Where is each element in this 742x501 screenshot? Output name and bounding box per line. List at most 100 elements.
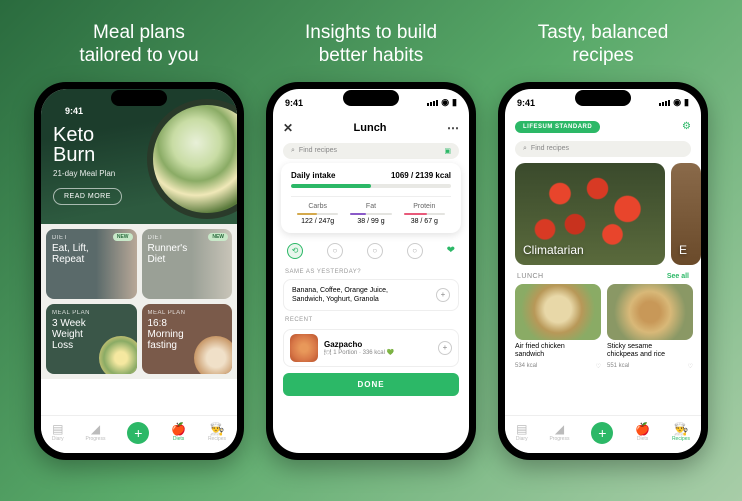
battery-icon: ▮ — [684, 97, 689, 108]
intake-label: Daily intake — [291, 171, 335, 180]
wifi-icon: ◉ — [673, 97, 681, 108]
headline-1: Meal planstailored to you — [79, 20, 198, 70]
macro-fat: Fat 38 / 99 g — [344, 203, 397, 225]
close-icon[interactable]: ✕ — [283, 121, 293, 135]
search-input[interactable]: ⌕ Find recipes — [515, 141, 691, 157]
search-icon: ⌕ — [291, 147, 295, 155]
nav-progress[interactable]: ◢Progress — [549, 423, 569, 442]
status-time: 9:41 — [285, 98, 303, 108]
screen-2: 9:41 ◉ ▮ ✕ Lunch ⋯ ⌕ Find recipes ▣ Dail… — [273, 89, 469, 453]
macro-value: 38 / 67 g — [398, 218, 451, 225]
macro-value: 38 / 99 g — [344, 218, 397, 225]
yesterday-summary[interactable]: Banana, Coffee, Orange Juice,Sandwich, Y… — [283, 279, 459, 311]
nav-diary[interactable]: ▤Diary — [516, 423, 528, 442]
diary-icon: ▤ — [516, 423, 527, 435]
macro-bar — [350, 213, 391, 215]
recipe-card-2[interactable]: Sticky sesamechickpeas and rice 551 kcal… — [607, 284, 693, 370]
recipe-kcal: 551 kcal — [607, 363, 629, 370]
battery-icon: ▮ — [452, 97, 457, 108]
card-label: MEAL PLAN — [148, 310, 227, 316]
featured-partial[interactable]: E — [671, 163, 701, 265]
plan-card-3week[interactable]: MEAL PLAN 3 WeekWeightLoss — [46, 304, 137, 374]
featured-title: Climatarian — [523, 243, 584, 257]
recipe-card-1[interactable]: Air fried chickensandwich 534 kcal ♡ — [515, 284, 601, 370]
nav-diary[interactable]: ▤Diary — [52, 423, 64, 442]
recent-name: Gazpacho — [324, 340, 432, 349]
progress-icon: ◢ — [91, 423, 100, 435]
heart-icon[interactable]: ♡ — [596, 363, 601, 370]
plan-card-runners[interactable]: NEW DIET Runner'sDiet — [142, 229, 233, 299]
card-label: MEAL PLAN — [52, 310, 131, 316]
done-button[interactable]: DONE — [283, 373, 459, 396]
daily-intake-card: Daily intake 1069 / 2139 kcal Carbs 122 … — [281, 163, 461, 233]
macro-carbs: Carbs 122 / 247g — [291, 203, 344, 225]
recent-item-gazpacho[interactable]: Gazpacho 🍽 1 Portion · 336 kcal 💚 + — [283, 329, 459, 367]
intake-progress — [291, 184, 451, 188]
card-title: 16:8Morningfasting — [148, 318, 227, 351]
nav-progress[interactable]: ◢Progress — [85, 423, 105, 442]
nav-label: Recipes — [208, 436, 226, 442]
status-icons: ◉ ▮ — [658, 97, 689, 108]
card-title: Runner'sDiet — [148, 243, 227, 265]
recent-food-image — [290, 334, 318, 362]
screen-1: 9:41 ◉ ▮ KetoBurn 21-day Meal Plan READ … — [41, 89, 237, 453]
read-more-button[interactable]: READ MORE — [53, 188, 122, 205]
macro-bar — [404, 213, 445, 215]
plan-card-eat-lift[interactable]: NEW DIET Eat, Lift,Repeat — [46, 229, 137, 299]
recent-label: RECENT — [273, 313, 469, 325]
meal-tab[interactable]: ○ — [407, 243, 423, 259]
signal-icon — [658, 98, 670, 108]
header-bar: ✕ Lunch ⋯ — [273, 117, 469, 139]
recent-meta: 🍽 1 Portion · 336 kcal 💚 — [324, 349, 432, 356]
headline-2: Insights to buildbetter habits — [305, 20, 437, 70]
standard-chip[interactable]: LIFESUM STANDARD — [515, 121, 600, 133]
card-title: Eat, Lift,Repeat — [52, 243, 131, 265]
heart-icon[interactable]: ♡ — [688, 363, 693, 370]
recipe-image — [607, 284, 693, 340]
search-input[interactable]: ⌕ Find recipes ▣ — [283, 143, 459, 159]
featured-climatarian[interactable]: Climatarian — [515, 163, 665, 265]
nav-diets[interactable]: 🍎Diets — [171, 423, 186, 442]
diets-icon: 🍎 — [171, 423, 186, 435]
status-icons: ◉ ▮ — [426, 97, 457, 108]
nav-diets[interactable]: 🍎Diets — [635, 423, 650, 442]
meal-time-tabs: ⟲ ○ ○ ○ ❤ — [273, 237, 469, 265]
history-icon[interactable]: ⟲ — [287, 243, 303, 259]
add-icon[interactable]: + — [438, 341, 452, 355]
nav-add-button[interactable]: + — [591, 422, 613, 444]
meal-tab[interactable]: ○ — [367, 243, 383, 259]
phone-recipes: Tasty, balancedrecipes 9:41 ◉ ▮ LIFESUM … — [498, 20, 708, 460]
nav-label: Diary — [516, 436, 528, 442]
more-icon[interactable]: ⋯ — [447, 121, 459, 135]
nav-recipes[interactable]: 👨‍🍳Recipes — [672, 423, 690, 442]
favorite-icon[interactable]: ❤ — [447, 245, 455, 256]
recipe-row: Air fried chickensandwich 534 kcal ♡ Sti… — [505, 284, 701, 370]
phone-insights: Insights to buildbetter habits 9:41 ◉ ▮ … — [266, 20, 476, 460]
meal-tab[interactable]: ○ — [327, 243, 343, 259]
hero: 9:41 ◉ ▮ KetoBurn 21-day Meal Plan READ … — [41, 89, 237, 224]
filter-icon[interactable]: ⚙ — [682, 121, 691, 132]
intake-head: Daily intake 1069 / 2139 kcal — [291, 171, 451, 180]
macro-protein: Protein 38 / 67 g — [398, 203, 451, 225]
see-all-link[interactable]: See all — [667, 273, 689, 280]
plan-card-168[interactable]: MEAL PLAN 16:8Morningfasting — [142, 304, 233, 374]
notch — [343, 90, 399, 106]
bottom-nav: ▤Diary ◢Progress + 🍎Diets 👨‍🍳Recipes — [41, 415, 237, 453]
nav-recipes[interactable]: 👨‍🍳Recipes — [208, 423, 226, 442]
signal-icon — [426, 98, 438, 108]
macro-label: Carbs — [291, 203, 344, 210]
chip-row: LIFESUM STANDARD ⚙ — [505, 117, 701, 137]
featured-title: E — [679, 243, 687, 257]
nav-label: Diary — [52, 436, 64, 442]
notch — [111, 90, 167, 106]
card-title: 3 WeekWeightLoss — [52, 318, 131, 351]
macro-label: Protein — [398, 203, 451, 210]
notch — [575, 90, 631, 106]
add-icon[interactable]: + — [436, 288, 450, 302]
section-label: LUNCH — [517, 273, 544, 280]
scan-icon[interactable]: ▣ — [444, 147, 451, 155]
same-yesterday-label: SAME AS YESTERDAY? — [273, 265, 469, 277]
nav-label: Diets — [173, 436, 184, 442]
device-frame-1: 9:41 ◉ ▮ KetoBurn 21-day Meal Plan READ … — [34, 82, 244, 460]
nav-add-button[interactable]: + — [127, 422, 149, 444]
